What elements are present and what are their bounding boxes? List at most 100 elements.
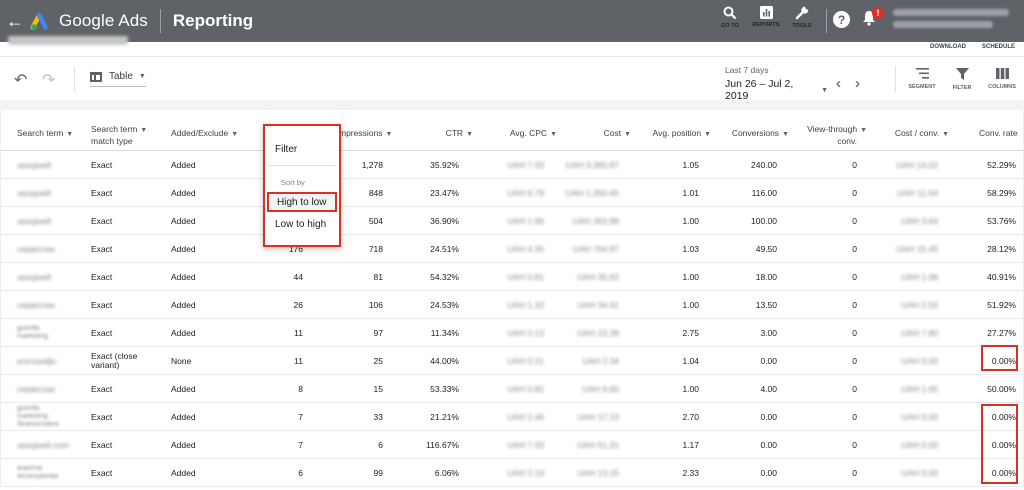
rate-value: 40.91%	[987, 271, 1016, 282]
header-added-excluded[interactable]: Added/Exclude ▼	[171, 128, 238, 140]
header-impressions[interactable]: mpressions ▼	[339, 128, 392, 140]
download-button[interactable]: DOWNLOAD	[930, 44, 966, 50]
cell-cost: UAH 51.31	[561, 431, 619, 459]
pos-value: 2.33	[682, 467, 699, 478]
header-avg-position[interactable]: Avg. position ▼	[641, 128, 711, 140]
cell-ctr: 54.32%	[421, 263, 459, 291]
columns-button[interactable]: COLUMNS	[982, 68, 1022, 91]
header-cost-per-conv[interactable]: Cost / conv. ▼	[881, 128, 949, 140]
cell-cpc: UAH 0.21	[491, 347, 544, 375]
match-type-text: Exact	[91, 215, 113, 226]
cell-impr: 15	[331, 375, 383, 403]
cpconv-value: UAH 2.55	[901, 299, 938, 310]
schedule-button[interactable]: SCHEDULE	[982, 44, 1015, 50]
cell-impr: 97	[331, 319, 383, 347]
cell-clicks: 44	[263, 263, 303, 291]
divider	[895, 66, 896, 92]
header-view-through-conv[interactable]: View-through ▼ conv.	[797, 124, 867, 146]
table-row[interactable]: західний Exact Added 848 23.47% UAH 6.79 UAH 1…	[1, 179, 1023, 207]
clicks-value: 8	[298, 383, 303, 394]
header-conv-rate[interactable]: Conv. rate	[979, 128, 1018, 138]
segment-button[interactable]: SEGMENT	[902, 68, 942, 91]
table-row[interactable]: guerilla marketing безкоштовно Exact Added 7 3…	[1, 403, 1023, 431]
table-row[interactable]: західний.com Exact Added 7 6 116.67% UAH 7.33 U…	[1, 431, 1023, 459]
view-type-select[interactable]: Table ▼	[90, 71, 146, 87]
prev-period-icon[interactable]: ‹	[836, 75, 855, 92]
table-row[interactable]: західний Exact Added 1,278 35.92% UAH 7.33 UAH…	[1, 151, 1023, 179]
header-label: Added/Exclude	[171, 128, 229, 138]
cell-cost: UAH 764.97	[561, 235, 619, 263]
sort-arrow-icon: ▼	[782, 131, 789, 138]
segment-label: SEGMENT	[908, 84, 936, 90]
conv-value: 49.50	[755, 243, 777, 254]
conv-value: 13.50	[755, 299, 777, 310]
page-title: Reporting	[172, 11, 254, 30]
cell-term: західний	[17, 207, 83, 235]
report-toolbar: ↶ ↷ Table ▼ Last 7 days Jun 26 – Jul 2, …	[0, 57, 1024, 107]
match-type-text: Exact	[91, 243, 113, 254]
cpconv-value: UAH 15.45	[896, 243, 938, 254]
search-term-text: західний	[17, 159, 51, 170]
table-row[interactable]: сервіслає Exact Added 176 718 24.51% UAH 4.35 U…	[1, 235, 1023, 263]
date-range-label: Last 7 days	[725, 65, 769, 75]
clicks-value: 11	[294, 355, 303, 366]
rate-value: 50.00%	[987, 383, 1016, 394]
redo-icon[interactable]: ↷	[42, 70, 55, 90]
go-to-label: GO TO	[720, 23, 740, 29]
cell-term: guerilla marketing безкоштовно	[17, 403, 83, 431]
cell-cpconv: UAH 1.65	[881, 375, 938, 403]
menu-filter-item[interactable]: Filter	[275, 144, 297, 155]
cost-value: UAH 1,350.45	[565, 187, 619, 198]
tools-button[interactable]: TOOLS	[784, 0, 820, 42]
table-row[interactable]: сервіслає Exact Added 8 15 53.33% UAH 0.82 UAH …	[1, 375, 1023, 403]
table-row[interactable]: західний Exact Added 44 81 54.32% UAH 0.81 UAH …	[1, 263, 1023, 291]
sort-low-to-high-item[interactable]: Low to high	[275, 219, 326, 230]
added-value: Added	[171, 159, 196, 170]
header-search-term[interactable]: Search term ▼	[17, 128, 73, 140]
sort-arrow-icon: ▼	[550, 131, 557, 138]
help-icon[interactable]: ?	[833, 11, 850, 28]
header-cost[interactable]: Cost ▼	[581, 128, 631, 140]
header-ctr[interactable]: CTR ▼	[421, 128, 473, 140]
impr-value: 848	[368, 187, 383, 198]
cell-cost: UAH 363.98	[561, 207, 619, 235]
go-to-button[interactable]: GO TO	[712, 0, 748, 42]
sort-high-to-low-item[interactable]: High to low	[267, 192, 337, 212]
cell-added: Added	[171, 431, 231, 459]
rate-value: 51.92%	[987, 299, 1016, 310]
impr-value: 6	[378, 439, 383, 450]
cell-conv: 18.00	[721, 263, 777, 291]
rate-value: 27.27%	[987, 327, 1016, 338]
cell-match: Exact	[91, 459, 167, 487]
match-type-text: Exact	[91, 299, 113, 310]
cell-cpc: UAH 7.33	[491, 151, 544, 179]
added-value: Added	[171, 439, 196, 450]
table-row[interactable]: guerilla marketing Exact Added 11 97 11.34% UAH…	[1, 319, 1023, 347]
cell-vtc: 0	[797, 263, 857, 291]
next-period-icon[interactable]: ›	[855, 75, 874, 92]
highlight-box	[981, 404, 1018, 484]
header-match-type[interactable]: Search term ▼ match type	[91, 124, 147, 146]
notification-badge: !	[872, 7, 884, 19]
undo-icon[interactable]: ↶	[14, 70, 27, 90]
cell-pos: 1.00	[641, 263, 699, 291]
header-conversions[interactable]: Conversions ▼	[721, 128, 789, 140]
cell-impr: 99	[331, 459, 383, 487]
table-row[interactable]: сервіслає Exact Added 26 106 24.53% UAH 1.32 UA…	[1, 291, 1023, 319]
account-info[interactable]	[893, 9, 1011, 33]
cell-vtc: 0	[797, 375, 857, 403]
filter-button[interactable]: FILTER	[942, 68, 982, 91]
cell-added: None	[171, 347, 231, 375]
header-avg-cpc[interactable]: Avg. CPC ▼	[491, 128, 557, 140]
cell-pos: 2.75	[641, 319, 699, 347]
header-label: View-through	[807, 124, 858, 134]
cell-pos: 1.05	[641, 151, 699, 179]
table-row[interactable]: ксклшифс Exact (close variant) None 11 25 44.0…	[1, 347, 1023, 375]
table-row[interactable]: західний Exact Added 504 36.90% UAH 1.96 UAH 3…	[1, 207, 1023, 235]
impr-value: 1,278	[361, 159, 383, 170]
cell-conv: 116.00	[721, 179, 777, 207]
cell-vtc: 0	[797, 291, 857, 319]
cell-cpc: UAH 2.19	[491, 459, 544, 487]
table-row[interactable]: анкетне оплачувалки Exact Added 6 99 6.06% UAH …	[1, 459, 1023, 487]
reports-button[interactable]: REPORTS	[748, 0, 784, 42]
